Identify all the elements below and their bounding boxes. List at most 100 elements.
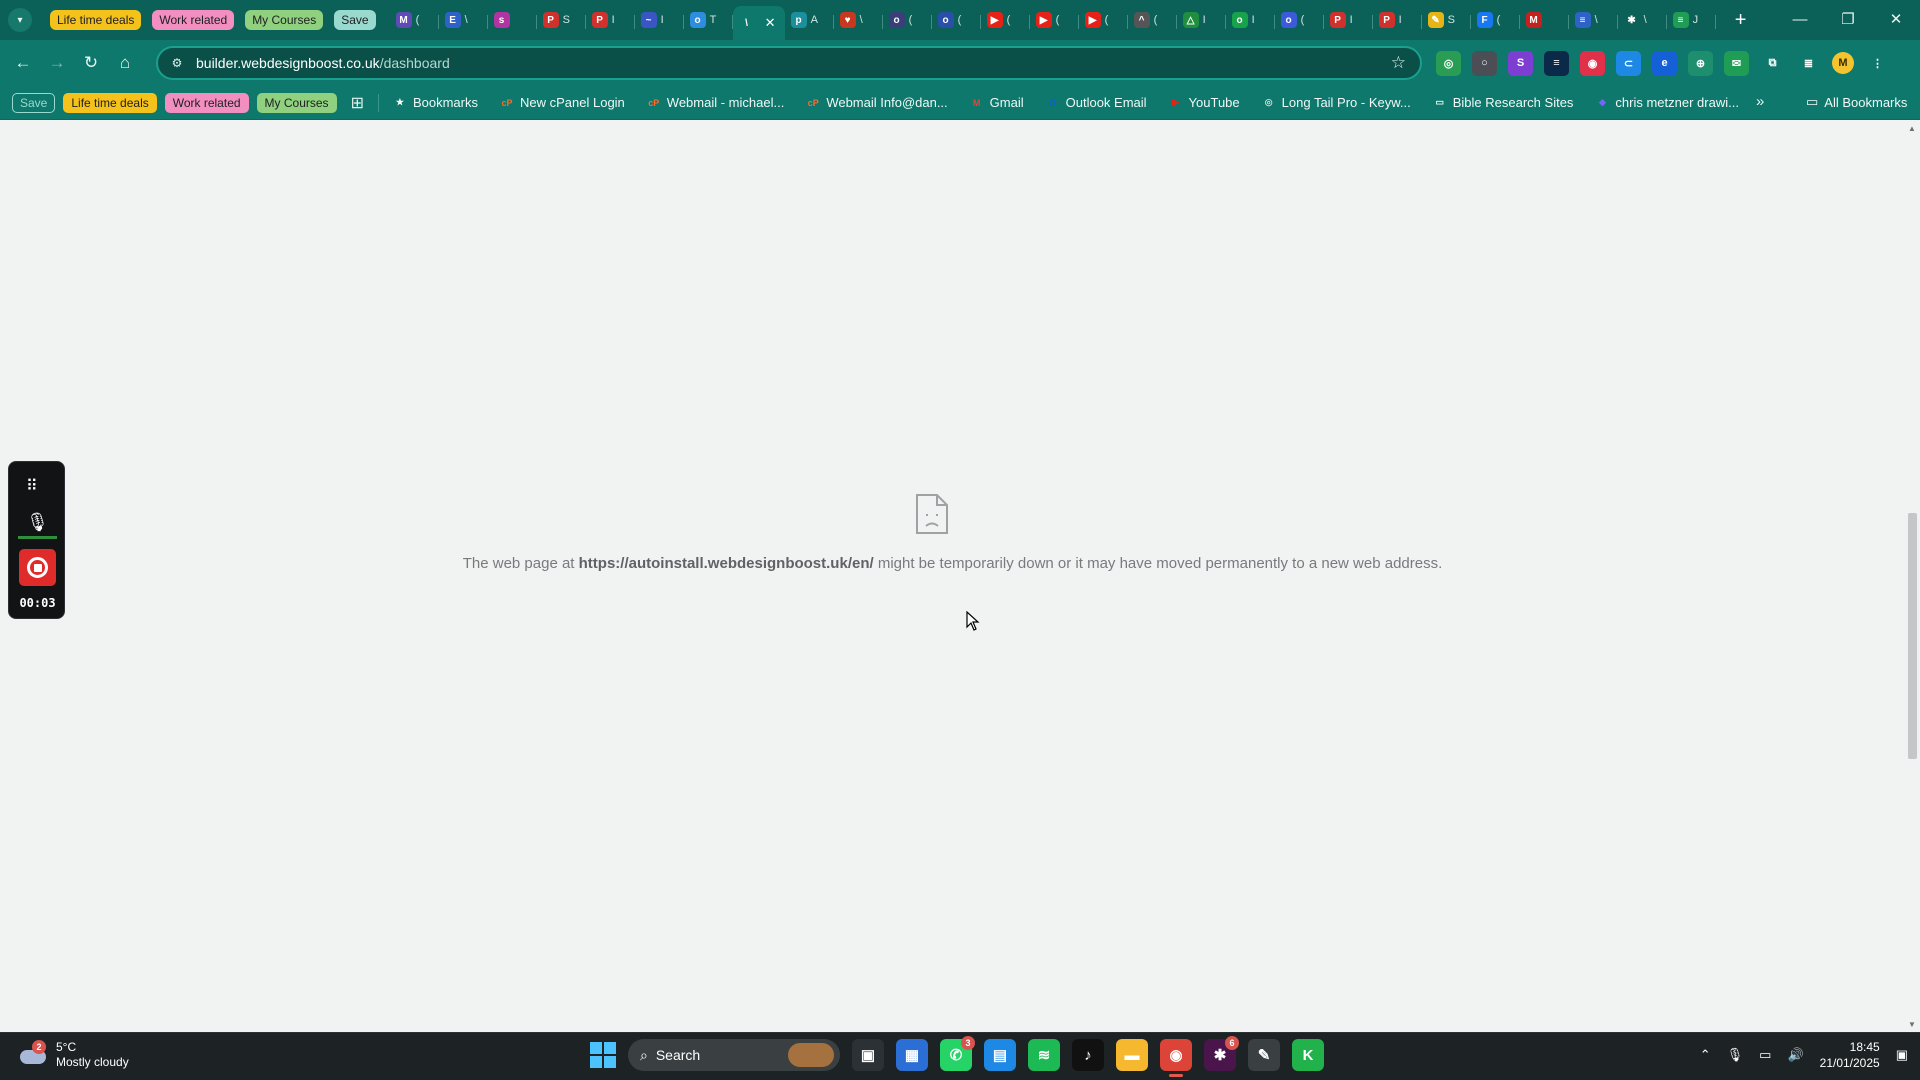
microphone-tray-icon[interactable]: 🎙: [1727, 1047, 1744, 1063]
tab-search-button[interactable]: ▾: [8, 8, 32, 32]
reload-button[interactable]: ↻: [74, 46, 108, 80]
volume-icon[interactable]: 🔊: [1787, 1047, 1803, 1063]
tab[interactable]: ♥ \: [834, 5, 883, 35]
bookmark-item[interactable]: cP Webmail Info@dan...: [806, 95, 948, 110]
weather-widget[interactable]: 2 5°C Mostly cloudy: [18, 1040, 129, 1070]
tab-group-chip[interactable]: My Courses: [245, 10, 324, 30]
site-info-icon[interactable]: ⚙: [166, 52, 188, 74]
browser-menu-icon[interactable]: ⋮: [1865, 51, 1890, 76]
store-icon[interactable]: ▦: [896, 1039, 928, 1071]
close-tab-icon[interactable]: ✕: [765, 15, 776, 31]
extension-icon[interactable]: ≡: [1544, 50, 1569, 76]
profile-avatar[interactable]: M: [1832, 52, 1854, 74]
bookmark-item[interactable]: cP New cPanel Login: [500, 95, 624, 110]
bookmark-item[interactable]: ★ Bookmarks: [393, 95, 478, 110]
file-explorer-icon[interactable]: ▬: [1116, 1039, 1148, 1071]
chrome-icon[interactable]: ◉: [1160, 1039, 1192, 1077]
bookmark-group-chip[interactable]: Work related: [164, 92, 249, 113]
all-bookmarks-button[interactable]: ▭ All Bookmarks: [1806, 94, 1907, 110]
clock[interactable]: 18:45 21/01/2025: [1820, 1039, 1880, 1071]
task-view-icon[interactable]: ▣: [852, 1039, 884, 1071]
tab-active[interactable]: \ ✕: [732, 6, 785, 40]
tiktok-icon[interactable]: ♪: [1072, 1039, 1104, 1071]
whatsapp-icon[interactable]: ✆ 3: [940, 1036, 975, 1071]
pen-tool-icon[interactable]: ✎: [1248, 1039, 1280, 1071]
stop-recording-button[interactable]: [19, 549, 56, 586]
bookmark-item[interactable]: ◆ chris metzner drawi...: [1595, 95, 1739, 110]
extension-icon[interactable]: ⊕: [1688, 50, 1713, 76]
tab[interactable]: PI: [1324, 5, 1373, 35]
bookmark-item[interactable]: cP Webmail - michael...: [647, 95, 784, 110]
tab[interactable]: ▶(: [981, 5, 1030, 35]
tab[interactable]: ~ I: [635, 5, 684, 35]
vertical-scrollbar[interactable]: ▲ ▼: [1905, 121, 1920, 1032]
tab[interactable]: ≡ J: [1667, 5, 1716, 35]
tab[interactable]: E \: [439, 5, 488, 35]
tab[interactable]: ≡ \: [1569, 5, 1618, 35]
bookmark-item[interactable]: O Outlook Email: [1046, 95, 1146, 110]
tab[interactable]: o(: [883, 5, 932, 35]
tab[interactable]: o(: [932, 5, 981, 35]
recorder-menu-icon[interactable]: ⠿: [26, 476, 38, 496]
tab-group-chip[interactable]: Life time deals: [50, 10, 142, 30]
bookmark-star-icon[interactable]: ☆: [1391, 53, 1406, 73]
bookmark-item[interactable]: ▭ Bible Research Sites: [1433, 95, 1573, 110]
tab-group-chip[interactable]: Save: [334, 10, 376, 30]
microphone-icon[interactable]: 🎙: [26, 512, 49, 533]
more-bookmarks-icon[interactable]: »: [1756, 93, 1764, 110]
tab[interactable]: s: [488, 5, 537, 35]
tab[interactable]: ✱ \: [1618, 5, 1667, 35]
notifications-icon[interactable]: ▣: [1896, 1047, 1908, 1063]
bookmark-item[interactable]: M Gmail: [970, 95, 1024, 110]
tab-group-chip[interactable]: Work related: [152, 10, 235, 30]
address-bar[interactable]: ⚙ builder.webdesignboost.co.uk/dashboard…: [156, 46, 1422, 80]
bookmark-group-chip[interactable]: Save: [12, 92, 56, 113]
extension-icon[interactable]: ⊂: [1616, 50, 1641, 76]
extension-icon[interactable]: S: [1508, 50, 1533, 76]
apps-grid-icon[interactable]: ⊞: [351, 93, 364, 113]
extension-icon[interactable]: ✉: [1724, 50, 1749, 76]
tab[interactable]: PS: [537, 5, 586, 35]
address-url[interactable]: builder.webdesignboost.co.uk/dashboard: [196, 55, 450, 71]
close-window-icon[interactable]: ✕: [1872, 0, 1920, 40]
taskbar-search[interactable]: ⌕ Search: [628, 1039, 840, 1071]
forward-button[interactable]: →: [40, 46, 74, 80]
tab[interactable]: M(: [390, 5, 439, 35]
tab[interactable]: PI: [1373, 5, 1422, 35]
tab[interactable]: ▶(: [1030, 5, 1079, 35]
extension-icon[interactable]: ◎: [1436, 50, 1461, 76]
bookmark-item[interactable]: ▶ YouTube: [1169, 95, 1240, 110]
home-button[interactable]: ⌂: [108, 46, 142, 80]
bookmark-group-chip[interactable]: Life time deals: [63, 92, 157, 113]
notepad-icon[interactable]: ▤: [984, 1039, 1016, 1071]
scrollbar-thumb[interactable]: [1908, 513, 1917, 759]
tab[interactable]: oI: [1226, 5, 1275, 35]
tab[interactable]: F(: [1471, 5, 1520, 35]
slack-icon[interactable]: ✱ 6: [1204, 1036, 1239, 1071]
k-app-icon[interactable]: K: [1292, 1039, 1324, 1071]
tab[interactable]: ^(: [1128, 5, 1177, 35]
new-tab-button[interactable]: +: [1728, 9, 1754, 32]
back-button[interactable]: ←: [6, 46, 40, 80]
tab[interactable]: ✎ S: [1422, 5, 1471, 35]
spotify-icon[interactable]: ≋: [1028, 1039, 1060, 1071]
tab[interactable]: o(: [1275, 5, 1324, 35]
restore-icon[interactable]: ❐: [1824, 0, 1872, 40]
chevron-up-icon[interactable]: ⌃: [1700, 1047, 1711, 1063]
tab[interactable]: oT: [684, 5, 733, 35]
scroll-up-icon[interactable]: ▲: [1908, 124, 1916, 133]
scroll-down-icon[interactable]: ▼: [1908, 1020, 1916, 1029]
tab[interactable]: M: [1520, 5, 1569, 35]
tab[interactable]: △ I: [1177, 5, 1226, 35]
minimize-icon[interactable]: —: [1776, 0, 1824, 40]
network-icon[interactable]: ▭: [1759, 1047, 1771, 1063]
bookmark-item[interactable]: ◎ Long Tail Pro - Keyw...: [1262, 95, 1411, 110]
tab[interactable]: PI: [586, 5, 635, 35]
extension-icon[interactable]: e: [1652, 50, 1677, 76]
extension-icon[interactable]: ○: [1472, 50, 1497, 76]
tab[interactable]: ▶(: [1079, 5, 1128, 35]
extension-icon[interactable]: ◉: [1580, 50, 1605, 76]
extensions-puzzle-icon[interactable]: ⧉: [1760, 51, 1785, 76]
tab[interactable]: pA: [785, 5, 834, 35]
bookmark-group-chip[interactable]: My Courses: [256, 92, 337, 113]
